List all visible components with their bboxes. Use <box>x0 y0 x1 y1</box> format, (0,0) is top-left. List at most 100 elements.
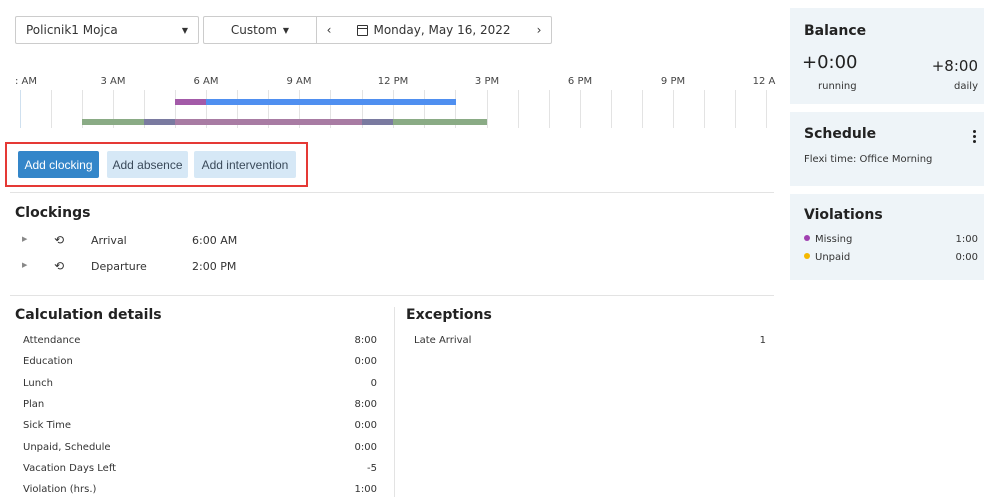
range-dropdown[interactable]: Custom ▼ <box>204 17 317 43</box>
calc-row: Attendance 8:00 <box>23 335 377 349</box>
grid-line <box>20 90 21 128</box>
grid-line <box>51 90 52 128</box>
calc-label: Attendance <box>23 335 81 346</box>
timeline-tick: 3 PM <box>474 76 500 87</box>
violation-row: Missing 1:00 <box>804 234 978 245</box>
violation-label: Missing <box>815 234 853 245</box>
exception-row: Late Arrival 1 <box>414 335 766 346</box>
add-absence-button[interactable]: Add absence <box>107 151 188 178</box>
calendar-icon <box>357 24 369 36</box>
calc-label: Vacation Days Left <box>23 463 117 474</box>
clocking-time: 2:00 PM <box>192 260 237 273</box>
exception-value: 1 <box>759 335 766 346</box>
unpaid-dot-icon <box>804 253 810 259</box>
balance-daily-value: +8:00 <box>931 57 978 75</box>
calc-row: Violation (hrs.) 1:00 <box>23 484 377 497</box>
exception-label: Late Arrival <box>414 335 472 346</box>
grid-line <box>487 90 488 128</box>
clocking-row[interactable]: ▶ ⟲ Arrival 6:00 AM <box>22 233 322 249</box>
balance-daily-label: daily <box>954 81 978 92</box>
chevron-left-icon: ‹ <box>326 23 332 37</box>
timeline-tick: 6 AM <box>193 76 219 87</box>
timeline-axis: : AM 3 AM 6 AM 9 AM 12 PM 3 PM 6 PM 9 PM… <box>0 76 780 90</box>
calc-row: Unpaid, Schedule 0:00 <box>23 442 377 456</box>
calc-row: Lunch 0 <box>23 378 377 392</box>
core-bar-left <box>144 119 175 125</box>
grid-line <box>580 90 581 128</box>
calc-label: Violation (hrs.) <box>23 484 97 495</box>
timeline-tick: 9 AM <box>286 76 312 87</box>
timeline-tick: 6 PM <box>567 76 593 87</box>
schedule-title: Schedule <box>804 126 877 142</box>
grid-line <box>611 90 612 128</box>
timeline-tick: : AM <box>14 76 38 87</box>
balance-panel: Balance +0:00 running +8:00 daily <box>790 8 984 104</box>
flex-bar-left <box>82 119 144 125</box>
history-icon: ⟲ <box>54 259 65 273</box>
balance-title: Balance <box>804 23 867 39</box>
core-bar-right <box>362 119 393 125</box>
column-divider <box>394 307 395 497</box>
prev-day-button[interactable]: ‹ <box>317 17 341 43</box>
exceptions-title: Exceptions <box>406 307 492 323</box>
expand-arrow-icon[interactable]: ▶ <box>22 235 27 243</box>
calc-label: Plan <box>23 399 45 410</box>
calc-value: 0:00 <box>354 442 377 453</box>
clocking-label: Arrival <box>91 234 127 247</box>
schedule-panel: Schedule Flexi time: Office Morning <box>790 112 984 186</box>
range-dropdown-label: Custom <box>230 23 277 37</box>
calc-value: 0:00 <box>354 420 377 431</box>
clocking-time: 6:00 AM <box>192 234 238 247</box>
history-icon: ⟲ <box>54 233 65 247</box>
timeline-tick: 3 AM <box>100 76 126 87</box>
timeline-tick: 12 PM <box>377 76 409 87</box>
more-options-icon[interactable] <box>973 130 976 143</box>
calc-label: Sick Time <box>23 420 72 431</box>
schedule-bar-purple <box>175 99 206 105</box>
grid-line <box>735 90 736 128</box>
employee-select[interactable]: Policnik1 Mojca ▼ <box>15 16 199 44</box>
calc-value: 8:00 <box>354 335 377 346</box>
chevron-right-icon: › <box>536 23 542 37</box>
chevron-down-icon: ▼ <box>282 25 290 35</box>
calc-value: 8:00 <box>354 399 377 410</box>
flex-bar-right <box>393 119 487 125</box>
calc-row: Sick Time 0:00 <box>23 420 377 434</box>
add-intervention-button[interactable]: Add intervention <box>194 151 296 178</box>
calc-row: Plan 8:00 <box>23 399 377 413</box>
grid-line <box>518 90 519 128</box>
balance-running-value: +0:00 <box>802 52 858 73</box>
next-day-button[interactable]: › <box>527 17 551 43</box>
missing-dot-icon <box>804 235 810 241</box>
calc-label: Unpaid, Schedule <box>23 442 111 453</box>
attendance-bar[interactable] <box>206 99 456 105</box>
date-navigator: Custom ▼ ‹ Monday, May 16, 2022 › <box>203 16 552 44</box>
balance-running-label: running <box>818 81 857 92</box>
plan-bar <box>175 119 362 125</box>
grid-line <box>642 90 643 128</box>
violation-row: Unpaid 0:00 <box>804 252 978 263</box>
employee-select-value: Policnik1 Mojca <box>26 23 118 37</box>
violation-label: Unpaid <box>815 252 851 263</box>
calc-label: Lunch <box>23 378 53 389</box>
schedule-text: Flexi time: Office Morning <box>804 154 933 165</box>
expand-arrow-icon[interactable]: ▶ <box>22 261 27 269</box>
timeline-tick: 12 A <box>752 76 776 87</box>
calc-value: 0 <box>370 378 377 389</box>
violation-value: 0:00 <box>955 252 978 263</box>
violation-value: 1:00 <box>955 234 978 245</box>
clocking-row[interactable]: ▶ ⟲ Departure 2:00 PM <box>22 259 322 275</box>
clockings-title: Clockings <box>15 205 91 221</box>
calc-value: -5 <box>367 463 377 474</box>
grid-line <box>704 90 705 128</box>
calc-value: 1:00 <box>354 484 377 495</box>
calc-row: Education 0:00 <box>23 356 377 370</box>
grid-line <box>766 90 767 128</box>
clocking-label: Departure <box>91 260 147 273</box>
calc-value: 0:00 <box>354 356 377 367</box>
date-picker[interactable]: Monday, May 16, 2022 <box>341 17 527 43</box>
calculation-title: Calculation details <box>15 307 162 323</box>
add-clocking-button[interactable]: Add clocking <box>18 151 99 178</box>
violations-panel: Violations Missing 1:00 Unpaid 0:00 <box>790 194 984 280</box>
grid-line <box>549 90 550 128</box>
